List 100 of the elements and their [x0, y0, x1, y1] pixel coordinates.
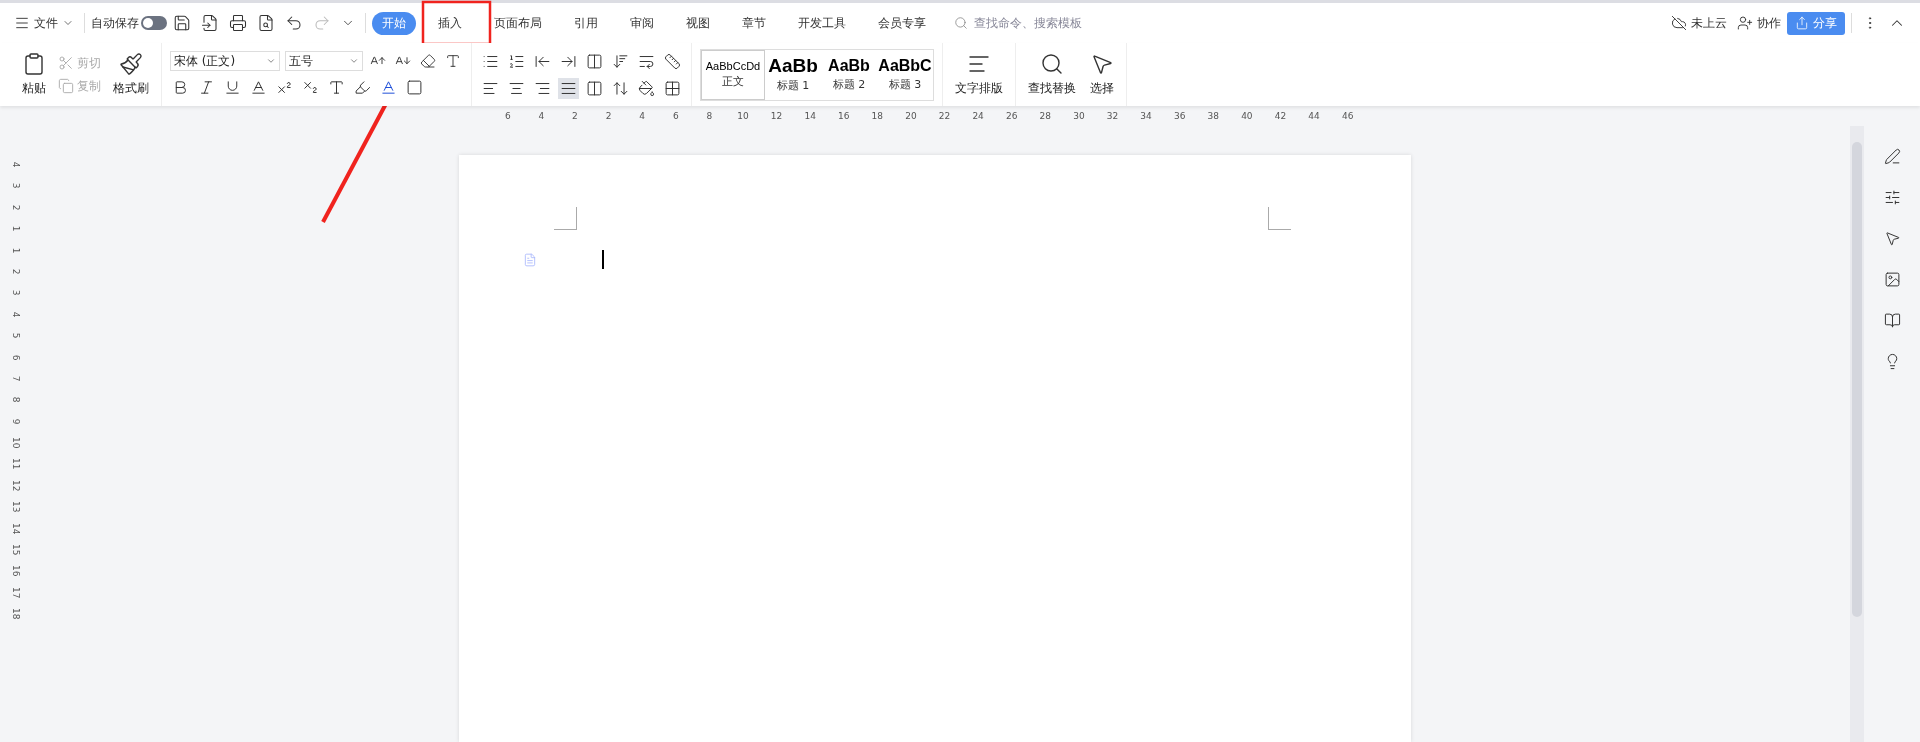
ruler-number: 7: [9, 374, 21, 384]
pointer-icon: [1883, 230, 1901, 247]
search-icon: [954, 16, 968, 30]
user-plus-icon: [1737, 15, 1753, 31]
margin-corner-mark: [554, 207, 577, 230]
style-option[interactable]: AaBbCcDd 正文: [701, 49, 765, 100]
ruler-number: 24: [971, 111, 985, 121]
redo-icon: [313, 14, 331, 32]
printer-icon: [229, 14, 247, 32]
ruler-number: 5: [9, 331, 21, 341]
ruler-number: 10: [736, 111, 750, 121]
search-icon: [1040, 52, 1064, 76]
ribbon-tab[interactable]: 开发工具: [788, 11, 856, 35]
file-arrow-icon: [201, 14, 219, 32]
cloud-icon: [1671, 15, 1687, 31]
share-icon: [1795, 16, 1809, 30]
ribbon-tab[interactable]: 视图: [676, 11, 720, 35]
line-spacing-icon: [612, 79, 629, 97]
ruler-number: 42: [1273, 111, 1288, 121]
find-replace-button[interactable]: 查找替换: [1024, 52, 1080, 97]
ruler-number: 11: [9, 457, 21, 472]
book-icon: [1883, 312, 1901, 329]
ruler-number: 2: [9, 203, 21, 213]
clear-format-button[interactable]: [418, 51, 438, 71]
ruler-number: 4: [9, 160, 21, 170]
sliders-icon: [1883, 189, 1901, 206]
ruler-number: 34: [1139, 111, 1153, 121]
superscript-icon: [276, 79, 293, 96]
ribbon-tab[interactable]: 页面布局: [484, 11, 552, 35]
font-size-select[interactable]: 五号: [285, 51, 363, 71]
ruler-number: 4: [9, 310, 21, 320]
character-border-button[interactable]: [404, 77, 425, 98]
ribbon-tab[interactable]: 审阅: [620, 11, 664, 35]
image-icon: [1883, 271, 1901, 288]
chevron-down-icon: [349, 56, 359, 66]
ruler-number: 3: [9, 182, 21, 191]
scissors-icon: [58, 55, 74, 71]
format-painter-button[interactable]: 格式刷: [109, 52, 153, 97]
character-border-icon: [406, 79, 423, 96]
ruler-number: 20: [904, 111, 918, 121]
highlight-frame: [421, 0, 492, 46]
ruler-number: 38: [1206, 111, 1220, 121]
ruler-number: 46: [1340, 111, 1355, 121]
select-button[interactable]: 选择: [1086, 52, 1118, 97]
subscript-icon: [302, 79, 319, 96]
ruler-number: 14: [803, 111, 817, 121]
font-name-select[interactable]: 宋体 (正文): [170, 51, 280, 71]
margin-corner-mark: [1268, 207, 1291, 230]
ruler-number: 1: [9, 225, 21, 234]
paste-button[interactable]: 粘贴: [18, 52, 50, 97]
ruler-number: 18: [9, 607, 21, 622]
autosave-toggle[interactable]: [141, 16, 167, 30]
ribbon-tab[interactable]: 章节: [732, 11, 776, 35]
font-color-icon: [380, 79, 397, 96]
ruler-number: 8: [705, 111, 714, 121]
document-icon: [523, 253, 537, 267]
pen-icon: [1883, 148, 1901, 165]
ruler-number: 44: [1307, 111, 1321, 121]
ruler-number: 30: [1072, 111, 1086, 121]
justify-button[interactable]: [558, 77, 579, 99]
collaborate-button[interactable]: 协作: [1733, 12, 1785, 34]
file-search-icon: [257, 14, 275, 32]
ruler-number: 15: [9, 543, 21, 558]
ruler-number: 6: [9, 353, 21, 363]
ruler-number: 3: [9, 289, 21, 298]
ruler-number: 40: [1240, 111, 1254, 121]
ruler-number: 1: [9, 246, 21, 256]
ribbon-tab[interactable]: 引用: [564, 11, 608, 35]
paintbrush-icon: [119, 52, 143, 76]
copy-icon: [58, 78, 74, 94]
pointer-icon: [1090, 52, 1114, 76]
autosave-label: 自动保存: [91, 14, 139, 32]
ribbon-tab[interactable]: 插入: [428, 11, 472, 35]
type-icon: [445, 53, 461, 69]
ruler-number: 12: [769, 111, 784, 121]
undo-icon: [285, 14, 303, 32]
ruler-number: 2: [9, 267, 21, 277]
ruler-number: 9: [9, 417, 21, 427]
ruler-number: 4: [638, 111, 647, 121]
eraser-icon: [420, 53, 436, 69]
ruler-number: 12: [9, 478, 21, 494]
ruler-number: 28: [1038, 111, 1052, 121]
highlighter-icon: [354, 79, 371, 96]
numbered-list-icon: [508, 52, 525, 70]
text-cursor: [602, 250, 604, 269]
ruler-icon: [664, 52, 681, 70]
borders-icon: [664, 79, 681, 97]
shading-icon: [638, 79, 655, 97]
ribbon-tab[interactable]: 会员专享: [868, 11, 936, 35]
ruler-number: 18: [870, 111, 885, 121]
search-field[interactable]: 查找命令、搜索模板: [954, 15, 1116, 31]
text-layout-button[interactable]: 文字排版: [951, 52, 1007, 97]
save-icon: [173, 14, 191, 32]
ruler-number: 16: [9, 564, 21, 579]
menu-icon: [14, 15, 30, 31]
cloud-status-button[interactable]: 未上云: [1667, 12, 1731, 34]
file-menu[interactable]: 文件: [10, 12, 78, 34]
ruler-number: 32: [1105, 111, 1120, 121]
ruler-number: 36: [1172, 111, 1187, 121]
ruler-number: 6: [671, 111, 680, 121]
